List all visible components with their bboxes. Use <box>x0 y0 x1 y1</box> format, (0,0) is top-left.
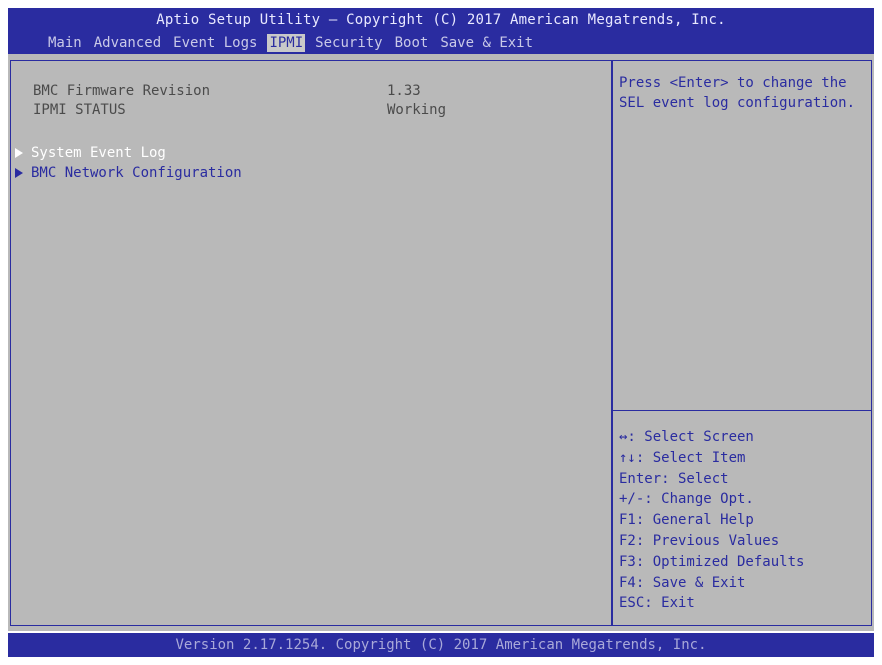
key-save-exit: F4: Save & Exit <box>619 574 746 591</box>
bmc-firmware-revision-label: BMC Firmware Revision <box>33 83 211 99</box>
content-area: BMC Firmware Revision 1.33 IPMI STATUS W… <box>8 54 874 631</box>
tab-boot[interactable]: Boot <box>393 34 431 52</box>
submenu-bmc-network-configuration[interactable]: BMC Network Configuration <box>15 163 242 183</box>
submenu-arrow-icon <box>15 168 23 178</box>
ipmi-status-value: Working <box>387 102 447 118</box>
key-general-help: F1: General Help <box>619 512 754 529</box>
tab-event-logs[interactable]: Event Logs <box>171 34 259 52</box>
key-optimized-defaults: F3: Optimized Defaults <box>619 553 805 570</box>
bios-setup-screen: Aptio Setup Utility – Copyright (C) 2017… <box>0 0 882 665</box>
help-panel: Press <Enter> to change the SEL event lo… <box>612 60 872 626</box>
header-bar: Aptio Setup Utility – Copyright (C) 2017… <box>8 8 874 54</box>
submenu-label: BMC Network Configuration <box>31 165 242 181</box>
help-description: Press <Enter> to change the SEL event lo… <box>619 75 856 111</box>
key-esc-exit: ESC: Exit <box>619 595 695 612</box>
submenu-system-event-log[interactable]: System Event Log <box>15 143 166 163</box>
version-text: Version 2.17.1254. Copyright (C) 2017 Am… <box>175 637 707 653</box>
tab-advanced[interactable]: Advanced <box>92 34 163 52</box>
key-select-screen: ↔: Select Screen <box>619 429 754 445</box>
tab-save-exit[interactable]: Save & Exit <box>438 34 535 52</box>
key-legend: ↔: Select Screen ↑↓: Select Item Enter: … <box>619 427 865 614</box>
app-title: Aptio Setup Utility – Copyright (C) 2017… <box>156 12 726 28</box>
submenu-arrow-icon <box>15 148 23 158</box>
key-previous-values: F2: Previous Values <box>619 532 780 549</box>
tab-security[interactable]: Security <box>313 34 384 52</box>
key-select-item: ↑↓: Select Item <box>619 449 746 466</box>
help-divider <box>613 410 871 411</box>
bmc-firmware-revision-value: 1.33 <box>387 83 421 99</box>
settings-panel: BMC Firmware Revision 1.33 IPMI STATUS W… <box>10 60 612 626</box>
ipmi-status-label: IPMI STATUS <box>33 102 126 118</box>
key-change-opt: +/-: Change Opt. <box>619 491 754 508</box>
key-enter-select: Enter: Select <box>619 470 729 487</box>
tab-bar: Main Advanced Event Logs IPMI Security B… <box>46 34 535 52</box>
submenu-label: System Event Log <box>31 145 166 161</box>
tab-main[interactable]: Main <box>46 34 84 52</box>
footer-bar: Version 2.17.1254. Copyright (C) 2017 Am… <box>8 633 874 657</box>
tab-ipmi[interactable]: IPMI <box>267 34 306 52</box>
